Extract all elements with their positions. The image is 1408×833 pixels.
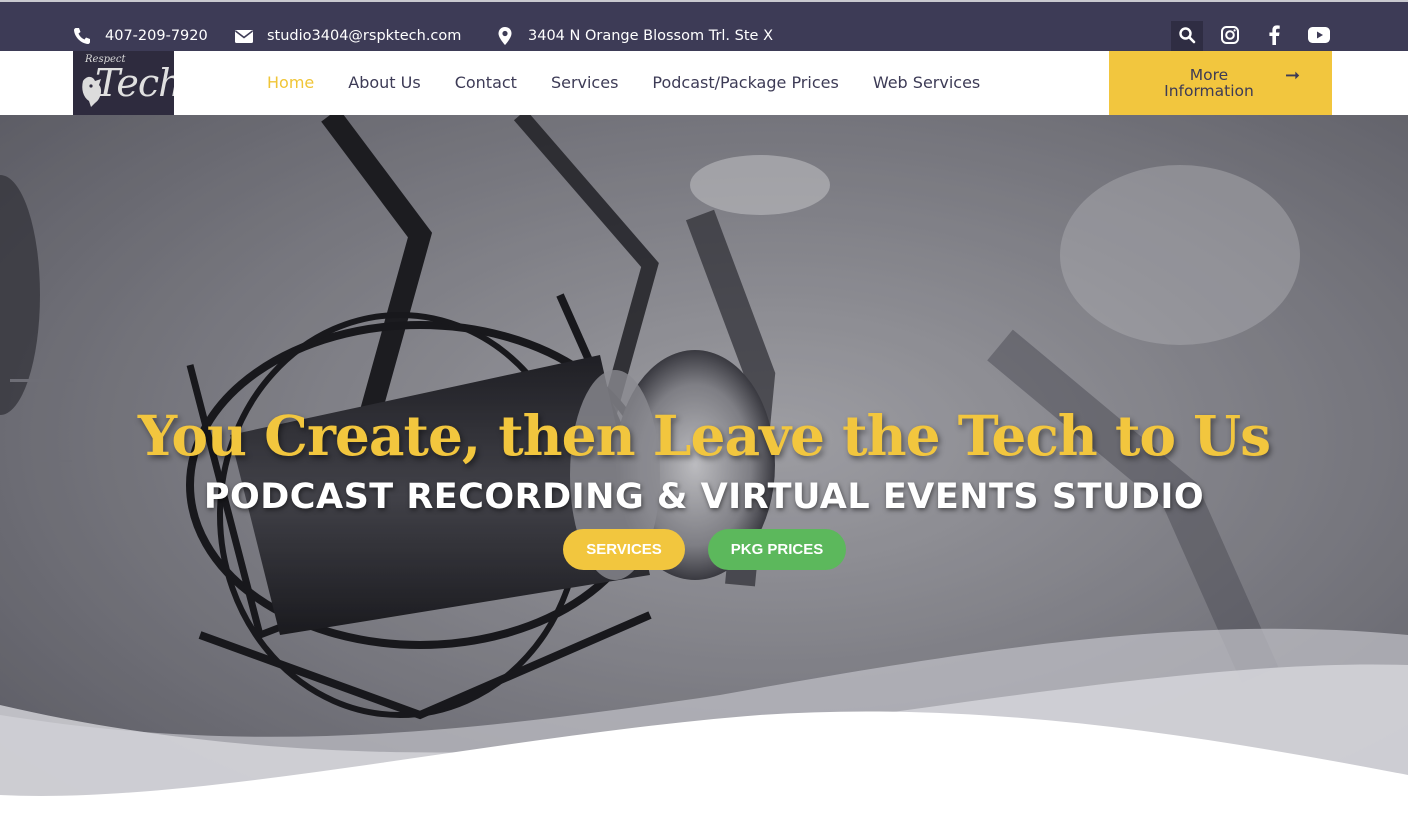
more-information-label: More Information (1164, 66, 1254, 100)
logo-word-tech: Tech (95, 61, 174, 105)
arrow-right-icon: ➞ (1285, 65, 1301, 86)
primary-nav: Home About Us Contact Services Podcast/P… (267, 73, 1014, 92)
search-button[interactable] (1171, 21, 1203, 53)
envelope-icon (234, 26, 254, 46)
top-info-bar: 407-209-7920 studio3404@rspktech.com 340… (0, 0, 1408, 54)
nav-item-about-us[interactable]: About Us (348, 73, 420, 92)
facebook-link[interactable] (1260, 21, 1288, 53)
address-contact[interactable]: 3404 N Orange Blossom Trl. Ste X (495, 18, 773, 54)
facebook-icon (1267, 24, 1281, 50)
nav-item-home[interactable]: Home (267, 73, 314, 92)
phone-contact[interactable]: 407-209-7920 (72, 18, 208, 54)
site-logo[interactable]: Respect Tech (73, 51, 174, 115)
phone-number: 407-209-7920 (105, 28, 208, 44)
street-address: 3404 N Orange Blossom Trl. Ste X (528, 28, 773, 44)
hero-banner: You Create, then Leave the Tech to Us PO… (0, 115, 1408, 833)
nav-item-web-services[interactable]: Web Services (873, 73, 980, 92)
instagram-link[interactable] (1216, 21, 1244, 53)
slider-indicator[interactable] (10, 379, 74, 382)
nav-item-podcast-package-prices[interactable]: Podcast/Package Prices (652, 73, 838, 92)
instagram-icon (1220, 25, 1240, 50)
hero-headline: You Create, then Leave the Tech to Us (137, 403, 1271, 468)
main-navbar: Respect Tech Home About Us Contact Servi… (0, 51, 1408, 115)
email-contact[interactable]: studio3404@rspktech.com (234, 18, 461, 54)
nav-item-contact[interactable]: Contact (455, 73, 517, 92)
email-address: studio3404@rspktech.com (267, 28, 462, 44)
services-button[interactable]: SERVICES (563, 529, 685, 570)
hero-subheading: PODCAST RECORDING & VIRTUAL EVENTS STUDI… (203, 477, 1205, 517)
nav-item-services[interactable]: Services (551, 73, 618, 92)
search-icon (1178, 26, 1196, 49)
more-information-button[interactable]: More Information ➞ (1109, 51, 1332, 115)
phone-icon (72, 26, 92, 46)
pkg-prices-button[interactable]: PKG PRICES (708, 529, 846, 570)
map-pin-icon (495, 26, 515, 46)
youtube-icon (1308, 26, 1330, 48)
youtube-link[interactable] (1304, 21, 1334, 53)
microphone-background-image (0, 115, 1408, 833)
